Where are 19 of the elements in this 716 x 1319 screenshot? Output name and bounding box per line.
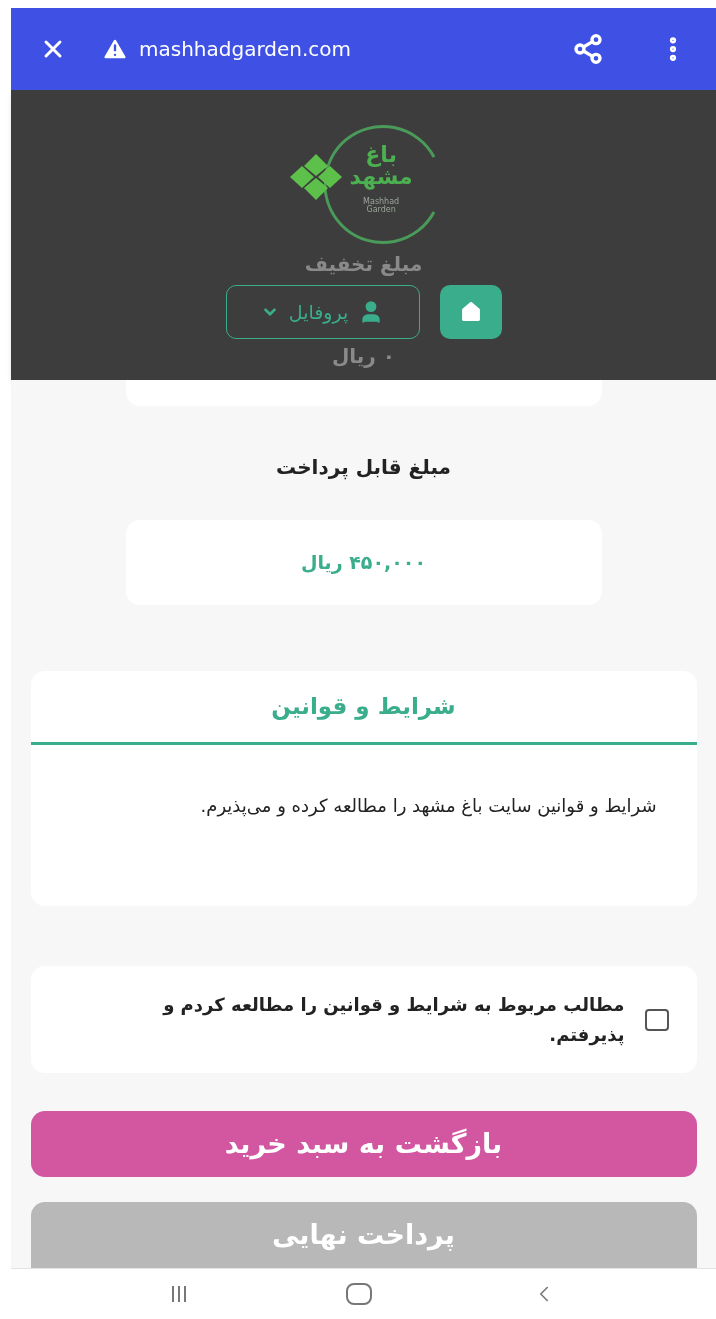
discount-label: مبلغ تخفیف — [304, 251, 423, 278]
url-text[interactable]: mashhadgarden.com — [139, 34, 352, 64]
recent-apps-icon[interactable] — [170, 1284, 189, 1304]
terms-text: شرایط و قوانین سایت باغ مشهد را مطالعه کرده و می‌پذیرم. — [199, 794, 657, 819]
profile-button[interactable]: پروفایل — [225, 285, 420, 339]
logo-name: مشهد — [349, 166, 413, 188]
logo-subtitle: Garden — [366, 206, 396, 214]
home-nav-icon[interactable] — [346, 1283, 373, 1305]
payable-label: مبلغ قابل پرداخت — [276, 454, 451, 482]
terms-title: شرایط و قوانین — [271, 692, 456, 722]
home-button[interactable] — [439, 285, 502, 339]
agreement-checkbox[interactable] — [644, 1008, 669, 1031]
logo-subtitle: Mashhad — [363, 198, 400, 206]
discount-amount: ۰ ریال — [331, 343, 396, 370]
agreement-label: مطالب مربوط به شرایط و قوانین را مطالعه کردم و پذیرفتم. — [161, 992, 625, 1048]
share-icon[interactable] — [572, 33, 604, 65]
action-button[interactable]: بازگشت به سبد خرید — [30, 1111, 697, 1177]
logo-name: باغ — [365, 144, 397, 166]
payable-amount: ۴۵۰,۰۰۰ ریال — [300, 550, 427, 576]
